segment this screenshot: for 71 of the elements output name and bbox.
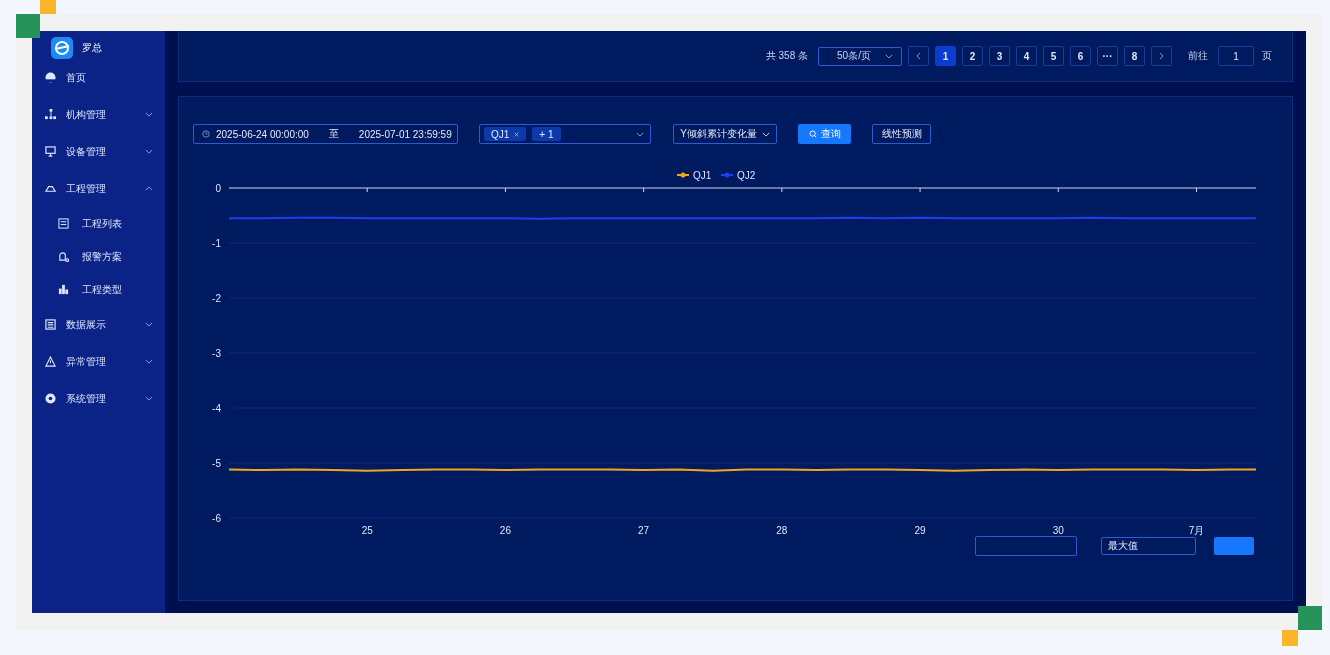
x-axis-label: 26 <box>499 525 511 536</box>
gear-icon <box>45 393 56 404</box>
page-size-select[interactable]: 50条/页 <box>818 46 902 66</box>
selected-tag: + 1 <box>532 127 561 141</box>
bars-icon <box>58 284 69 295</box>
monitor-icon <box>45 146 56 157</box>
clock-icon <box>202 130 210 138</box>
page-suffix: 页 <box>1262 49 1272 63</box>
page-button[interactable]: 6 <box>1070 46 1091 66</box>
device-select[interactable]: QJ1 + 1 <box>479 124 651 144</box>
y-axis-label: -6 <box>212 513 221 524</box>
menu-item[interactable]: 数据展示 <box>32 306 165 343</box>
query-button[interactable]: 查询 <box>798 124 851 144</box>
selected-tag: QJ1 <box>484 127 527 141</box>
y-axis-label: -2 <box>212 293 221 304</box>
goto-label: 前往 <box>1188 49 1208 63</box>
y-axis-label: -3 <box>212 348 221 359</box>
x-axis-label: 28 <box>776 525 788 536</box>
menu-item[interactable]: 首页 <box>32 59 165 96</box>
legend-label: QJ2 <box>737 170 756 181</box>
statistic-select[interactable]: 最大值 <box>1101 537 1196 555</box>
legend-item[interactable]: QJ2 <box>720 170 756 181</box>
y-axis-label: 0 <box>215 183 221 194</box>
menu-item[interactable]: 设备管理 <box>32 133 165 170</box>
menu-item[interactable]: 工程管理 <box>32 170 165 207</box>
data-icon <box>45 319 56 330</box>
x-axis-label: 27 <box>638 525 650 536</box>
chevron-left-icon <box>916 52 921 60</box>
page-button[interactable]: 2 <box>962 46 983 66</box>
x-axis-label: 30 <box>1052 525 1064 536</box>
logo-icon <box>51 37 73 59</box>
page-number-field[interactable]: 1 <box>1218 46 1254 66</box>
warning-icon <box>45 356 56 367</box>
legend-label: QJ1 <box>693 170 712 181</box>
page-button[interactable]: 3 <box>989 46 1010 66</box>
previous-page-button[interactable] <box>908 46 929 66</box>
page-button[interactable]: 5 <box>1043 46 1064 66</box>
total-count: 共 358 条 <box>765 49 808 63</box>
page-button[interactable]: ··· <box>1097 46 1118 66</box>
org-icon <box>45 109 56 120</box>
menu-item[interactable]: 机构管理 <box>32 96 165 133</box>
next-page-button[interactable] <box>1151 46 1172 66</box>
submenu-item[interactable]: 报警方案 <box>32 240 165 273</box>
y-axis-label: -5 <box>212 458 221 469</box>
menu-item[interactable]: 系统管理 <box>32 380 165 417</box>
date-range-field[interactable]: 2025-06-24 00:00:00 至 2025-07-01 23:59:59 <box>193 124 458 144</box>
predict-button[interactable]: 线性预测 <box>872 124 931 144</box>
submenu-item[interactable]: 工程列表 <box>32 207 165 240</box>
close-icon[interactable] <box>514 131 520 137</box>
action-button[interactable] <box>1214 537 1254 555</box>
search-icon <box>808 130 817 138</box>
chevron-down-icon <box>761 131 770 137</box>
list-icon <box>58 218 69 229</box>
metric-select[interactable]: Y倾斜累计变化量 <box>673 124 777 144</box>
x-axis-label: 7月 <box>1188 525 1205 536</box>
legend-item[interactable]: QJ1 <box>676 170 712 181</box>
bell-icon <box>58 251 69 262</box>
chevron-right-icon <box>1159 52 1164 60</box>
y-axis-label: -4 <box>212 403 221 414</box>
page-button[interactable]: 8 <box>1124 46 1145 66</box>
y-axis-label: -1 <box>212 238 221 249</box>
x-axis-label: 29 <box>914 525 926 536</box>
page-button[interactable]: 4 <box>1016 46 1037 66</box>
submenu-item[interactable]: 工程类型 <box>32 273 165 306</box>
chevron-down-icon <box>636 132 644 137</box>
input-field[interactable] <box>975 536 1077 556</box>
user-name: 罗总 <box>82 41 102 55</box>
chevron-down-icon <box>884 53 893 59</box>
x-axis-label: 25 <box>361 525 373 536</box>
menu-item[interactable]: 异常管理 <box>32 343 165 380</box>
page-button[interactable]: 1 <box>935 46 956 66</box>
